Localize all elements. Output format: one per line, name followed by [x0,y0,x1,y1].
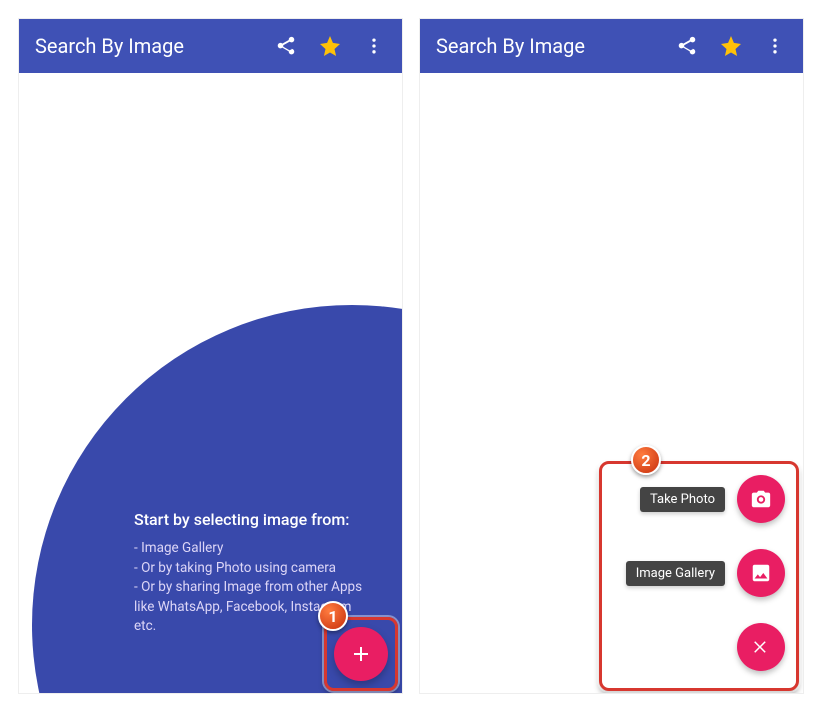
screen-1: Search By Image Start by selecting image… [18,18,403,694]
annotation-badge-2: 2 [631,445,661,475]
add-fab[interactable] [334,627,388,681]
annotation-badge-1: 1 [318,601,348,631]
close-icon [752,638,770,656]
content-area: Start by selecting image from: Image Gal… [19,73,402,694]
star-icon[interactable] [310,26,350,66]
image-gallery-fab[interactable] [737,549,785,597]
app-title: Search By Image [35,34,266,58]
share-icon[interactable] [667,26,707,66]
screen-2: Search By Image Take Photo Image Gallery [419,18,804,694]
toolbar: Search By Image [420,19,803,73]
toolbar-actions [266,26,394,66]
hint-item: Image Gallery [134,539,374,559]
take-photo-label: Take Photo [640,487,725,512]
camera-icon [750,488,772,510]
close-fab[interactable] [737,623,785,671]
image-gallery-label: Image Gallery [626,561,725,586]
hint-title: Start by selecting image from: [134,510,374,529]
image-icon [750,562,772,584]
hint-item: Or by taking Photo using camera [134,559,374,579]
overflow-menu-icon[interactable] [354,26,394,66]
take-photo-fab[interactable] [737,475,785,523]
content-area: Take Photo Image Gallery 2 [420,73,803,694]
toolbar: Search By Image [19,19,402,73]
toolbar-actions [667,26,795,66]
plus-icon [349,642,373,666]
app-title: Search By Image [436,34,667,58]
star-icon[interactable] [711,26,751,66]
share-icon[interactable] [266,26,306,66]
overflow-menu-icon[interactable] [755,26,795,66]
